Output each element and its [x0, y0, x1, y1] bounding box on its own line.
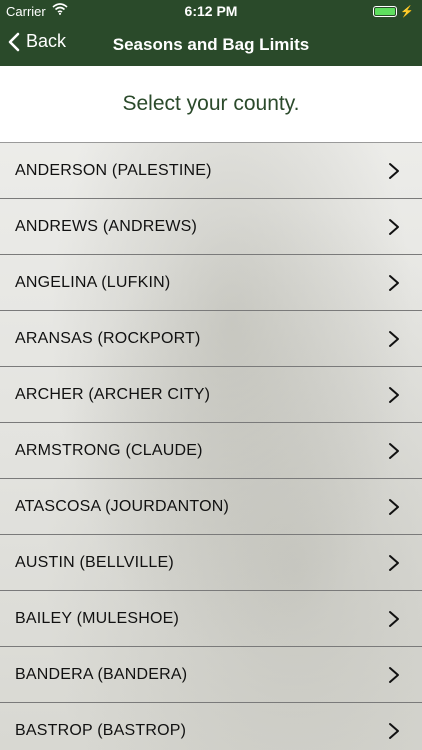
chevron-right-icon	[389, 611, 399, 627]
navigation-bar: Back Seasons and Bag Limits	[0, 22, 422, 66]
county-row[interactable]: ANGELINA (LUFKIN)	[0, 255, 422, 311]
county-label: ATASCOSA (JOURDANTON)	[15, 497, 229, 515]
county-label: ARMSTRONG (CLAUDE)	[15, 441, 203, 459]
chevron-right-icon	[389, 555, 399, 571]
county-label: AUSTIN (BELLVILLE)	[15, 553, 174, 571]
battery-icon: ⚡	[373, 5, 414, 18]
status-bar: Carrier 6:12 PM ⚡	[0, 0, 422, 22]
county-label: ARANSAS (ROCKPORT)	[15, 329, 201, 347]
top-bar: Carrier 6:12 PM ⚡ Back Seasons and Bag L…	[0, 0, 422, 66]
charging-icon: ⚡	[400, 6, 414, 18]
county-row[interactable]: ARANSAS (ROCKPORT)	[0, 311, 422, 367]
county-label: ANDREWS (ANDREWS)	[15, 217, 198, 235]
status-time: 6:12 PM	[184, 3, 238, 19]
county-row[interactable]: ARMSTRONG (CLAUDE)	[0, 423, 422, 479]
county-row[interactable]: ATASCOSA (JOURDANTON)	[0, 479, 422, 535]
county-label: BANDERA (BANDERA)	[15, 665, 188, 683]
page-title: Seasons and Bag Limits	[112, 35, 310, 54]
chevron-right-icon	[389, 667, 399, 683]
county-list[interactable]: ANDERSON (PALESTINE) ANDREWS (ANDREWS) ANG…	[0, 143, 422, 750]
prompt-header: Select your county.	[0, 66, 422, 143]
chevron-right-icon	[389, 219, 399, 235]
chevron-right-icon	[389, 275, 399, 291]
county-label: ANGELINA (LUFKIN)	[15, 273, 171, 291]
county-row[interactable]: BANDERA (BANDERA)	[0, 647, 422, 703]
county-label: ARCHER (ARCHER CITY)	[15, 385, 211, 403]
county-label: BASTROP (BASTROP)	[15, 721, 187, 739]
chevron-right-icon	[389, 499, 399, 515]
county-row[interactable]: ANDREWS (ANDREWS)	[0, 199, 422, 255]
county-row[interactable]: ANDERSON (PALESTINE)	[0, 143, 422, 199]
chevron-right-icon	[389, 387, 399, 403]
select-county-prompt: Select your county.	[122, 92, 300, 115]
county-row[interactable]: BASTROP (BASTROP)	[0, 703, 422, 750]
county-label: BAILEY (MULESHOE)	[15, 609, 180, 627]
chevron-right-icon	[389, 723, 399, 739]
chevron-right-icon	[389, 163, 399, 179]
county-row[interactable]: ARCHER (ARCHER CITY)	[0, 367, 422, 423]
county-row[interactable]: BAILEY (MULESHOE)	[0, 591, 422, 647]
county-row[interactable]: AUSTIN (BELLVILLE)	[0, 535, 422, 591]
chevron-right-icon	[389, 331, 399, 347]
chevron-right-icon	[389, 443, 399, 459]
county-label: ANDERSON (PALESTINE)	[15, 161, 212, 179]
